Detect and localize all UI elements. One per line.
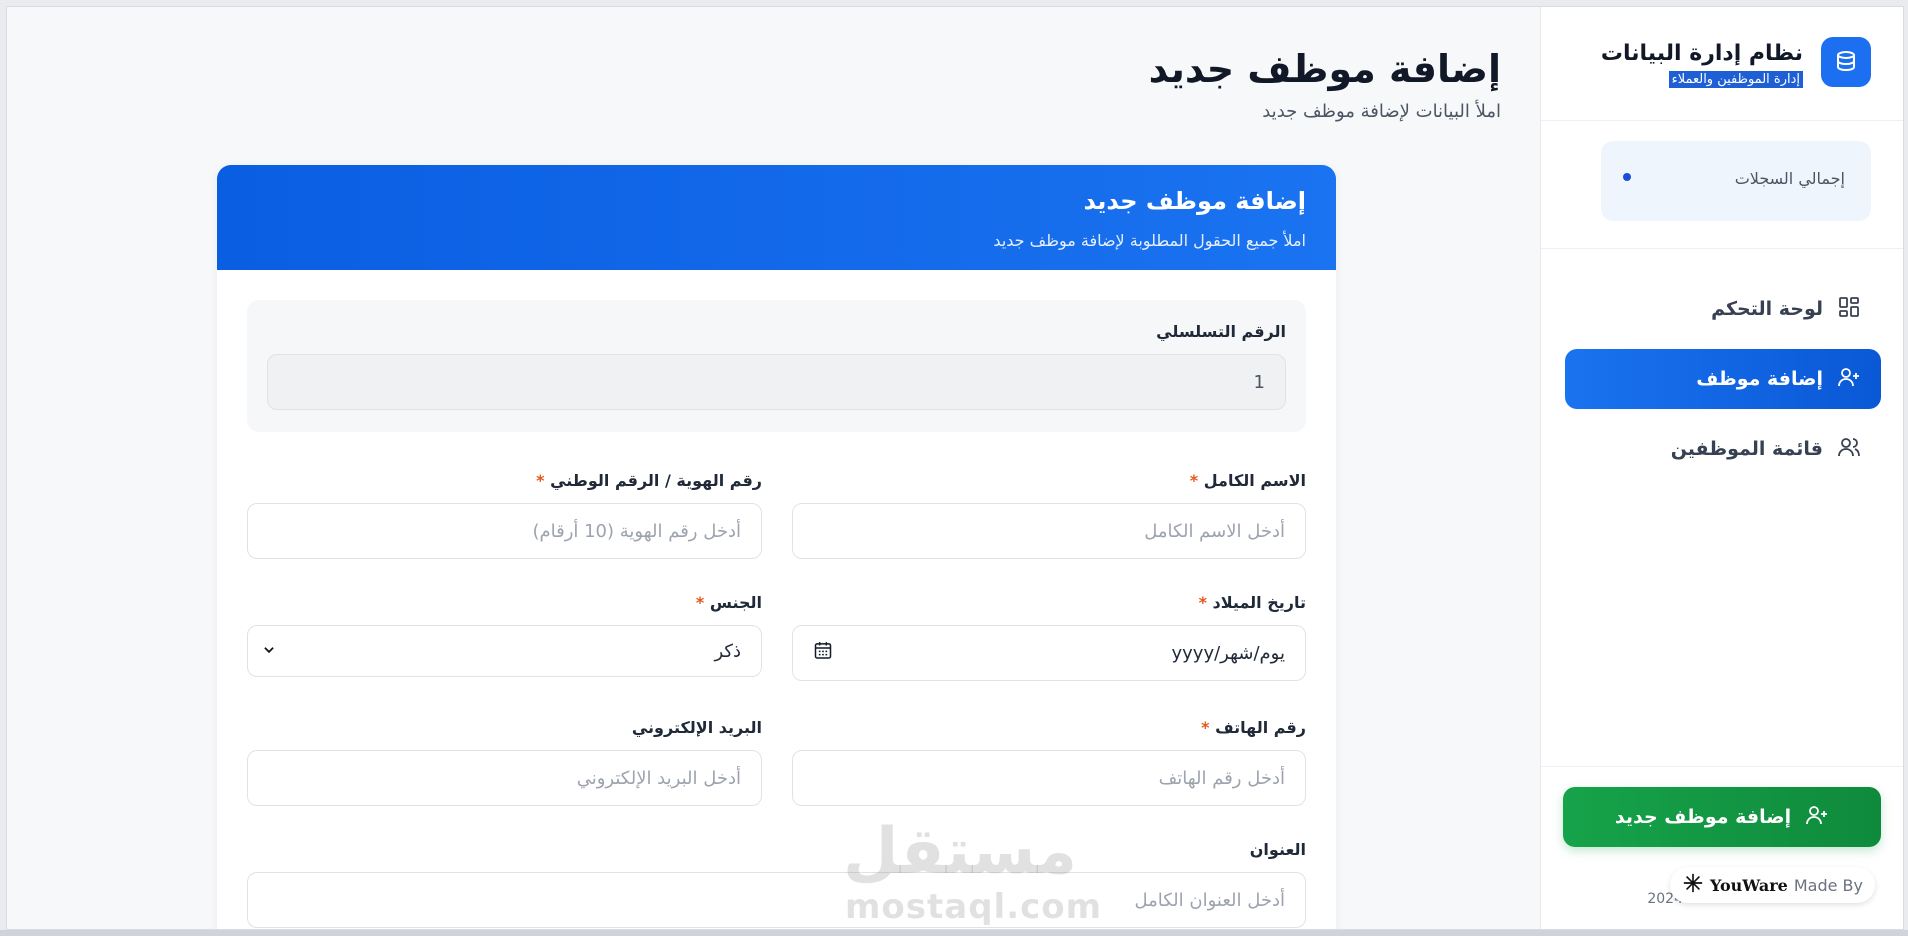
calendar-icon[interactable]	[813, 641, 833, 666]
database-icon	[1821, 37, 1871, 87]
youware-logo-icon	[1682, 872, 1704, 898]
phone-field[interactable]: أدخل رقم الهاتف	[792, 750, 1306, 806]
form-subtitle: املأ جميع الحقول المطلوبة لإضافة موظف جد…	[993, 231, 1306, 250]
address-field[interactable]: أدخل العنوان الكامل	[247, 872, 1306, 928]
employee-form-card: إضافة موظف جديد املأ جميع الحقول المطلوب…	[217, 165, 1336, 929]
stats-section: إجمالي السجلات	[1541, 121, 1903, 249]
national-id-field[interactable]: أدخل رقم الهوية (10 أرقام)	[247, 503, 762, 559]
full-name-field[interactable]: أدخل الاسم الكامل	[792, 503, 1306, 559]
total-records-indicator	[1623, 173, 1631, 181]
window-bottom-border	[0, 930, 1908, 936]
serial-section: الرقم التسلسلي 1	[247, 300, 1306, 432]
form-header: إضافة موظف جديد املأ جميع الحقول المطلوب…	[217, 165, 1336, 270]
page-title: إضافة موظف جديد	[1148, 47, 1501, 91]
chevron-down-icon	[262, 641, 276, 662]
email-field[interactable]: أدخل البريد الإلكتروني	[247, 750, 762, 806]
serial-value: 1	[1253, 371, 1265, 393]
made-by-badge[interactable]: YouWare Made By	[1669, 867, 1875, 903]
user-plus-icon	[1837, 365, 1861, 394]
user-plus-icon	[1805, 803, 1829, 832]
sidebar-item-label: لوحة التحكم	[1711, 298, 1823, 320]
made-by-brand: YouWare	[1709, 875, 1788, 895]
full-name-placeholder: أدخل الاسم الكامل	[1144, 520, 1285, 542]
sidebar-item-label: إضافة موظف	[1696, 368, 1823, 390]
add-new-employee-label: إضافة موظف جديد	[1614, 806, 1792, 828]
total-records-label: إجمالي السجلات	[1734, 169, 1845, 188]
add-new-employee-button[interactable]: إضافة موظف جديد	[1563, 787, 1881, 847]
made-by-prefix: Made By	[1793, 875, 1863, 895]
page-subtitle: املأ البيانات لإضافة موظف جديد	[1262, 101, 1501, 122]
serial-field: 1	[267, 354, 1286, 410]
sidebar-item-label: قائمة الموظفين	[1670, 438, 1823, 460]
email-label: البريد الإلكتروني	[631, 718, 762, 737]
serial-label: الرقم التسلسلي	[1156, 322, 1286, 341]
gender-select[interactable]: ذكر	[247, 625, 762, 677]
phone-label: رقم الهاتف *	[1201, 718, 1306, 737]
sidebar-footer: إضافة موظف جديد 2024 YouWare Made By	[1541, 766, 1903, 929]
sidebar-item-employee-list[interactable]: قائمة الموظفين	[1565, 419, 1881, 479]
users-icon	[1837, 435, 1861, 464]
dashboard-grid-icon	[1837, 295, 1861, 324]
brand-subtitle: إدارة الموظفين والعملاء	[1668, 71, 1803, 88]
full-name-label: الاسم الكامل *	[1189, 471, 1306, 490]
birth-date-field[interactable]: يوم/شهر/yyyy	[792, 625, 1306, 681]
sidebar-item-dashboard[interactable]: لوحة التحكم	[1565, 279, 1881, 339]
phone-placeholder: أدخل رقم الهاتف	[1158, 767, 1285, 789]
app-window: نظام إدارة البيانات إدارة الموظفين والعم…	[6, 6, 1904, 930]
birth-date-value: يوم/شهر/yyyy	[1171, 642, 1285, 664]
gender-label: الجنس *	[695, 593, 762, 612]
national-id-label: رقم الهوية / الرقم الوطني *	[536, 471, 762, 490]
total-records-card: إجمالي السجلات	[1601, 141, 1871, 221]
form-title: إضافة موظف جديد	[1083, 187, 1306, 215]
birth-date-label: تاريخ الميلاد *	[1198, 593, 1306, 612]
sidebar-item-add-employee[interactable]: إضافة موظف	[1565, 349, 1881, 409]
address-label: العنوان	[1249, 840, 1306, 859]
sidebar-nav: لوحة التحكم إضافة موظف قائمة الموظفين	[1541, 249, 1903, 479]
brand-title: نظام إدارة البيانات	[1600, 41, 1803, 66]
national-id-placeholder: أدخل رقم الهوية (10 أرقام)	[532, 520, 741, 542]
email-placeholder: أدخل البريد الإلكتروني	[576, 767, 741, 789]
brand-header: نظام إدارة البيانات إدارة الموظفين والعم…	[1541, 7, 1903, 121]
address-placeholder: أدخل العنوان الكامل	[1134, 889, 1285, 911]
sidebar: نظام إدارة البيانات إدارة الموظفين والعم…	[1540, 7, 1903, 929]
gender-value: ذكر	[714, 640, 741, 662]
